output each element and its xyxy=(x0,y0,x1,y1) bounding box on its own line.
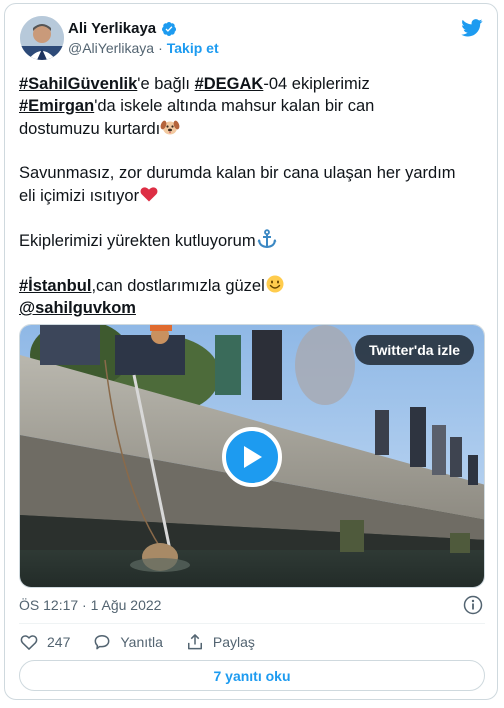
author-handle[interactable]: @AliYerlikaya xyxy=(68,40,154,56)
share-icon xyxy=(187,634,202,650)
tweet-line-2: #Emirgan'da iskele altında mahsur kalan … xyxy=(19,95,489,117)
read-replies-label: 7 yanıtı oku xyxy=(213,667,291,684)
author-handle-row: @AliYerlikaya · Takip et xyxy=(68,40,219,56)
tweet-text-segment: 'e bağlı xyxy=(137,75,195,93)
hashtag-istanbul[interactable]: #İstanbul xyxy=(19,277,91,295)
tweet-text-segment: ,can dostlarımızla güzel xyxy=(91,277,265,295)
twitter-logo-icon[interactable] xyxy=(461,19,483,37)
divider xyxy=(19,623,485,624)
tweet-card: Ali Yerlikaya @AliYerlikaya · Takip et #… xyxy=(4,3,498,700)
tweet-text-segment: Ekiplerimizi yürekten kutluyorum xyxy=(19,232,256,250)
reply-label: Yanıtla xyxy=(120,634,163,650)
author-name-row: Ali Yerlikaya xyxy=(68,20,177,37)
video-thumbnail[interactable]: Twitter'da izle xyxy=(19,324,485,588)
tweet-actions: 247 Yanıtla Paylaş xyxy=(19,632,277,652)
tweet-line-7: #İstanbul,can dostlarımızla güzel xyxy=(19,274,489,297)
reply-button[interactable]: Yanıtla xyxy=(92,632,163,652)
reply-bubble-icon xyxy=(94,635,110,650)
play-icon xyxy=(244,446,262,468)
tweet-text-segment: 'da iskele altında mahsur kalan bir can xyxy=(94,97,375,115)
author-name[interactable]: Ali Yerlikaya xyxy=(68,20,156,37)
dog-face-icon xyxy=(160,120,180,135)
info-icon[interactable] xyxy=(463,595,483,615)
tweet-line-8: @sahilguvkom xyxy=(19,297,489,319)
tweet-text-segment: eli içimizi ısıtıyor xyxy=(19,187,140,205)
red-heart-icon xyxy=(140,187,158,202)
smiling-face-icon xyxy=(266,275,284,293)
like-count: 247 xyxy=(47,634,71,650)
tweet-line-4: Savunmasız, zor durumda kalan bir cana u… xyxy=(19,164,456,182)
tweet-line-3: dostumuzu kurtardı xyxy=(19,117,489,140)
avatar[interactable] xyxy=(20,16,64,60)
anchor-icon xyxy=(257,229,277,249)
tweet-timestamp[interactable]: ÖS 12:17 · 1 Ağu 2022 xyxy=(19,597,161,613)
watch-on-twitter-button[interactable]: Twitter'da izle xyxy=(355,335,474,365)
mention-sahilguvkom[interactable]: @sahilguvkom xyxy=(19,299,136,317)
hashtag-sahilguvenlik[interactable]: #SahilGüvenlik xyxy=(19,75,137,93)
tweet-line-6: Ekiplerimizi yürekten kutluyorum xyxy=(19,229,489,252)
watch-on-twitter-label: Twitter'da izle xyxy=(369,342,460,358)
like-button[interactable]: 247 xyxy=(19,632,70,652)
tweet-line-1: #SahilGüvenlik'e bağlı #DEGAK-04 ekipler… xyxy=(19,73,489,95)
heart-outline-icon xyxy=(20,635,38,651)
play-button[interactable] xyxy=(222,427,282,487)
hashtag-emirgan[interactable]: #Emirgan xyxy=(19,97,94,115)
tweet-text: #SahilGüvenlik'e bağlı #DEGAK-04 ekipler… xyxy=(19,73,489,319)
read-replies-button[interactable]: 7 yanıtı oku xyxy=(19,660,485,691)
hashtag-degak[interactable]: #DEGAK xyxy=(195,75,264,93)
share-label: Paylaş xyxy=(212,634,255,650)
follow-button[interactable]: Takip et xyxy=(167,40,219,56)
tweet-text-segment: dostumuzu kurtardı xyxy=(19,120,161,138)
tweet-text-segment: -04 ekiplerimiz xyxy=(263,75,370,93)
verified-badge-icon xyxy=(162,21,177,36)
separator-dot: · xyxy=(158,40,163,56)
share-button[interactable]: Paylaş xyxy=(185,632,255,652)
tweet-line-5: eli içimizi ısıtıyor xyxy=(19,184,489,207)
